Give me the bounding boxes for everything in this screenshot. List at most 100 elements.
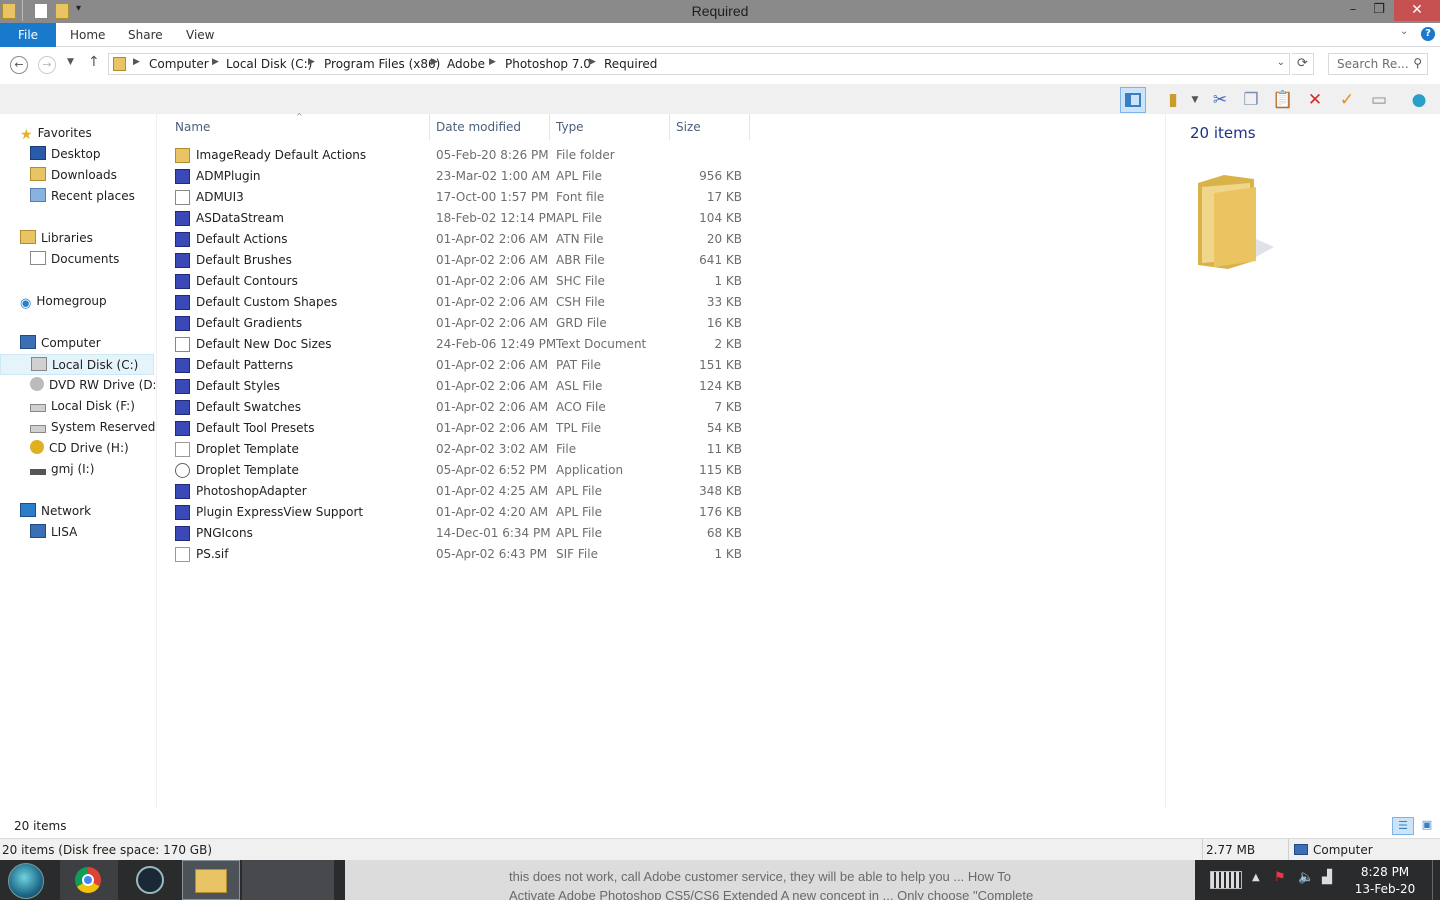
- minimize-button[interactable]: –: [1340, 0, 1366, 21]
- file-row[interactable]: PNGIcons 14-Dec-01 6:34 PM APL File 68 KB: [169, 523, 749, 544]
- file-name: Default Styles: [196, 379, 281, 393]
- details-view-button[interactable]: ☰: [1392, 817, 1414, 835]
- refresh-button[interactable]: ⟳: [1292, 53, 1314, 75]
- network-icon[interactable]: ●: [1406, 87, 1432, 113]
- file-row[interactable]: Default Styles 01-Apr-02 2:06 AM ASL File 1…: [169, 376, 749, 397]
- paste-icon[interactable]: 📋: [1270, 87, 1296, 113]
- nav-dvd-drive[interactable]: DVD RW Drive (D:) N: [30, 375, 155, 396]
- file-row[interactable]: ADMUI3 17-Oct-00 1:57 PM Font file 17 KB: [169, 187, 749, 208]
- organize-dropdown-icon[interactable]: ▼: [1188, 87, 1202, 113]
- nav-homegroup[interactable]: ◉ Homegroup: [20, 291, 107, 312]
- tab-view[interactable]: View: [186, 23, 214, 47]
- file-row[interactable]: Default Brushes 01-Apr-02 2:06 AM ABR File…: [169, 250, 749, 271]
- file-row[interactable]: Default Custom Shapes 01-Apr-02 2:06 AM CS…: [169, 292, 749, 313]
- start-orb-button[interactable]: [8, 863, 44, 899]
- tab-home[interactable]: Home: [70, 23, 105, 47]
- restore-button[interactable]: ❐: [1366, 0, 1392, 21]
- nav-libraries[interactable]: Libraries: [20, 228, 93, 249]
- rename-icon[interactable]: ✓: [1334, 87, 1360, 113]
- taskbar-chrome-button[interactable]: [60, 860, 118, 900]
- address-bar[interactable]: ▶ Computer ▶ Local Disk (C:) ▶ Program F…: [108, 53, 1290, 75]
- preview-pane-button[interactable]: [1120, 87, 1146, 113]
- tab-file[interactable]: File: [0, 23, 56, 47]
- keyboard-icon[interactable]: [1210, 871, 1242, 889]
- nav-gmj-drive[interactable]: gmj (I:): [30, 459, 155, 480]
- chevron-right-icon[interactable]: ▶: [489, 57, 496, 67]
- expand-ribbon-icon[interactable]: ⌄: [1400, 26, 1408, 37]
- nav-favorites[interactable]: ★ Favorites: [20, 123, 92, 144]
- chevron-right-icon[interactable]: ▶: [431, 57, 438, 67]
- action-center-icon[interactable]: ⚑: [1274, 870, 1286, 885]
- column-header-name[interactable]: Name: [169, 114, 430, 140]
- file-size: 956 KB: [699, 169, 742, 183]
- file-row[interactable]: Default Tool Presets 01-Apr-02 2:06 AM TPL…: [169, 418, 749, 439]
- breadcrumb-computer[interactable]: Computer: [149, 57, 209, 71]
- column-header-type[interactable]: Type: [550, 114, 670, 140]
- file-row[interactable]: PS.sif 05-Apr-02 6:43 PM SIF File 1 KB: [169, 544, 749, 565]
- breadcrumb-photoshop[interactable]: Photoshop 7.0: [505, 57, 591, 71]
- delete-icon[interactable]: ✕: [1302, 87, 1328, 113]
- copy-icon[interactable]: ❐: [1238, 87, 1264, 113]
- back-button[interactable]: ←: [10, 56, 28, 74]
- network-icon: [20, 503, 36, 517]
- search-input[interactable]: Search Re... ⚲: [1328, 53, 1428, 75]
- nav-recent-places[interactable]: Recent places: [30, 186, 135, 207]
- file-name: PNGIcons: [196, 526, 253, 540]
- file-row[interactable]: ASDataStream 18-Feb-02 12:14 PM APL File 10…: [169, 208, 749, 229]
- show-hidden-icons-icon[interactable]: ▲: [1252, 872, 1260, 883]
- help-icon[interactable]: ?: [1421, 27, 1435, 41]
- properties-icon[interactable]: ▭: [1366, 87, 1392, 113]
- file-row[interactable]: Default Swatches 01-Apr-02 2:06 AM ACO Fil…: [169, 397, 749, 418]
- file-row[interactable]: Default New Doc Sizes 24-Feb-06 12:49 PM T…: [169, 334, 749, 355]
- breadcrumb-local-disk[interactable]: Local Disk (C:): [226, 57, 312, 71]
- file-row[interactable]: ADMPlugin 23-Mar-02 1:00 AM APL File 956 KB: [169, 166, 749, 187]
- taskbar-explorer-button[interactable]: [182, 860, 240, 900]
- drive-icon: [30, 404, 46, 412]
- network-signal-icon[interactable]: ▟: [1322, 870, 1332, 885]
- show-desktop-button[interactable]: [1432, 860, 1440, 900]
- up-button[interactable]: ↑: [88, 54, 100, 70]
- volume-icon[interactable]: 🔈: [1298, 870, 1314, 885]
- forward-button[interactable]: →: [38, 56, 56, 74]
- organize-icon[interactable]: ▮: [1160, 87, 1186, 113]
- file-row[interactable]: Droplet Template 02-Apr-02 3:02 AM File 11 …: [169, 439, 749, 460]
- chrome-icon-center: [82, 874, 94, 886]
- taskbar-steam-button[interactable]: [122, 860, 180, 900]
- chevron-down-icon[interactable]: ⌄: [1277, 57, 1285, 68]
- chevron-right-icon[interactable]: ▶: [212, 57, 219, 67]
- nav-system-reserved[interactable]: System Reserved (G: [30, 417, 155, 438]
- nav-desktop[interactable]: Desktop: [30, 144, 101, 165]
- recent-locations-icon[interactable]: ▼: [67, 57, 74, 67]
- tab-share[interactable]: Share: [128, 23, 163, 47]
- chevron-right-icon[interactable]: ▶: [308, 57, 315, 67]
- nav-local-disk-f[interactable]: Local Disk (F:): [30, 396, 155, 417]
- nav-local-disk-c[interactable]: Local Disk (C:): [0, 354, 154, 375]
- file-row[interactable]: Default Gradients 01-Apr-02 2:06 AM GRD Fi…: [169, 313, 749, 334]
- file-row[interactable]: Plugin ExpressView Support 01-Apr-02 4:20…: [169, 502, 749, 523]
- column-header-date[interactable]: Date modified: [430, 114, 550, 140]
- folder-icon: [175, 148, 190, 163]
- clock-date[interactable]: 13-Feb-20: [1348, 882, 1422, 896]
- large-icons-view-button[interactable]: ▣: [1417, 817, 1437, 835]
- file-row[interactable]: Default Contours 01-Apr-02 2:06 AM SHC Fil…: [169, 271, 749, 292]
- breadcrumb-required[interactable]: Required: [604, 57, 657, 71]
- breadcrumb-adobe[interactable]: Adobe: [447, 57, 485, 71]
- nav-computer[interactable]: Computer: [20, 333, 101, 354]
- column-header-size[interactable]: Size: [670, 114, 750, 140]
- breadcrumb-program-files[interactable]: Program Files (x86): [324, 57, 440, 71]
- cut-icon[interactable]: ✂: [1207, 87, 1233, 113]
- nav-network[interactable]: Network: [20, 501, 91, 522]
- close-button[interactable]: ✕: [1394, 0, 1440, 21]
- file-row[interactable]: PhotoshopAdapter 01-Apr-02 4:25 AM APL Fil…: [169, 481, 749, 502]
- clock-time[interactable]: 8:28 PM: [1348, 865, 1422, 879]
- nav-documents[interactable]: Documents: [30, 249, 119, 270]
- file-row[interactable]: Default Patterns 01-Apr-02 2:06 AM PAT Fil…: [169, 355, 749, 376]
- nav-lisa[interactable]: LISA: [30, 522, 77, 543]
- file-row[interactable]: Droplet Template 05-Apr-02 6:52 PM Applica…: [169, 460, 749, 481]
- file-row[interactable]: ImageReady Default Actions 05-Feb-20 8:26…: [169, 145, 749, 166]
- file-row[interactable]: Default Actions 01-Apr-02 2:06 AM ATN File…: [169, 229, 749, 250]
- nav-cd-drive[interactable]: CD Drive (H:): [30, 438, 155, 459]
- file-size: 2 KB: [714, 337, 742, 351]
- chevron-right-icon[interactable]: ▶: [589, 57, 596, 67]
- nav-downloads[interactable]: Downloads: [30, 165, 117, 186]
